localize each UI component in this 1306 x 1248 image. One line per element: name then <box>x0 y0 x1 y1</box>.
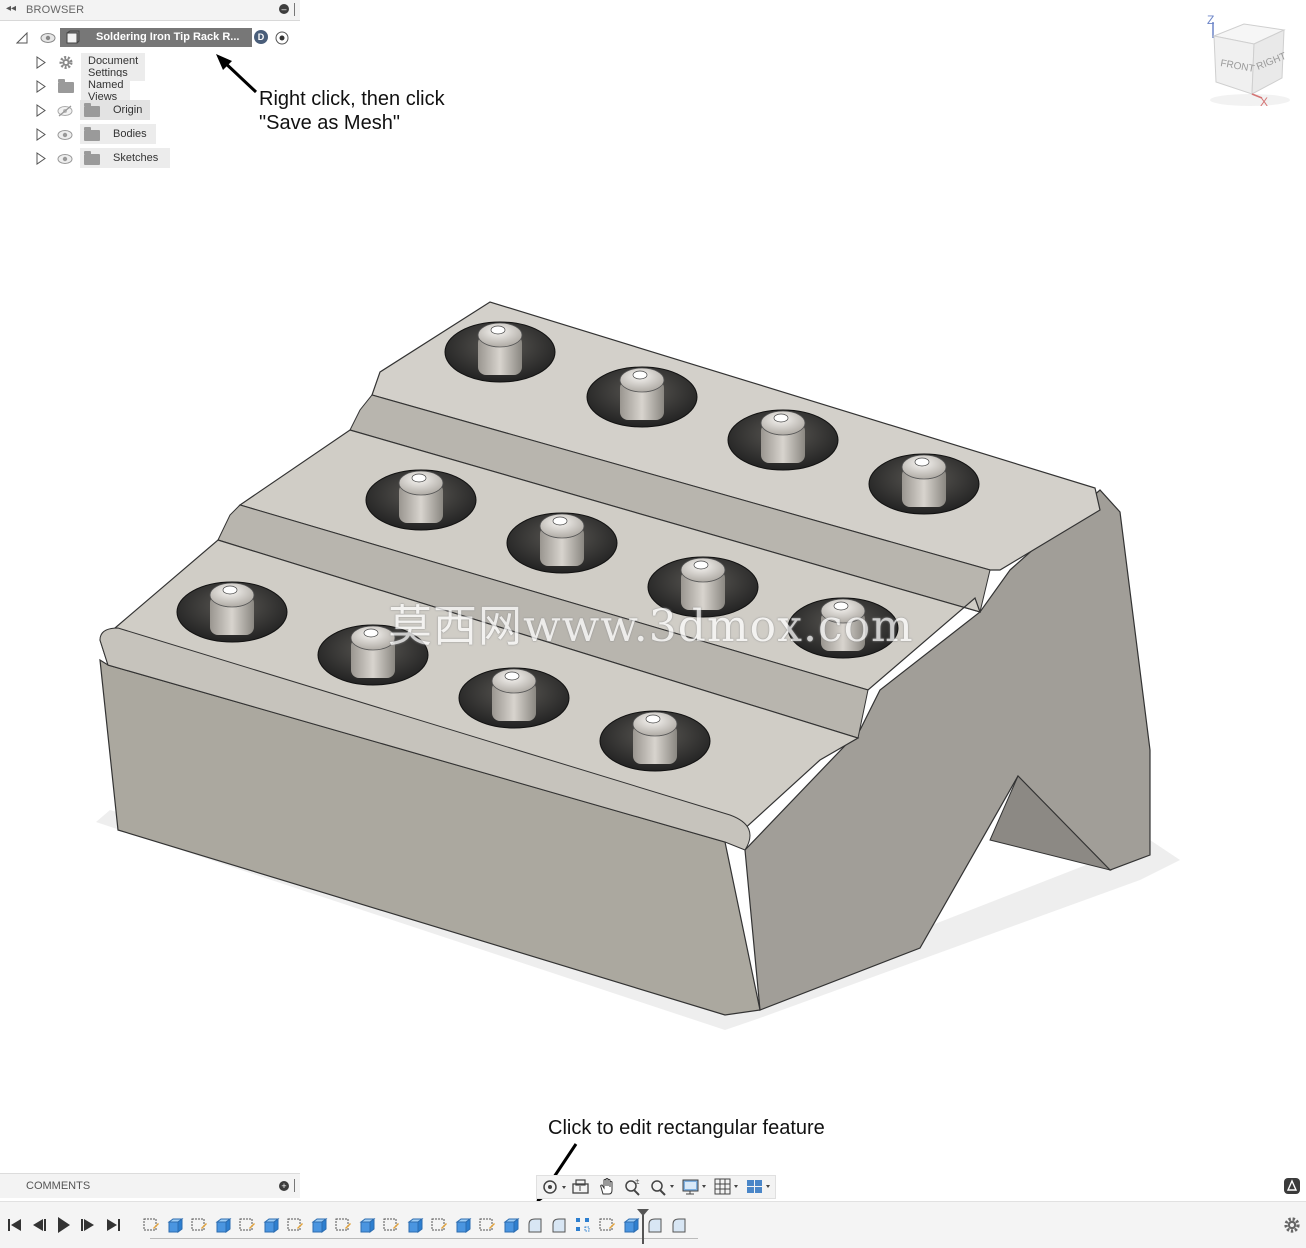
pan-icon[interactable] <box>597 1177 617 1196</box>
peg-hole <box>458 667 570 729</box>
pin-icon[interactable] <box>294 1179 297 1192</box>
go-to-end-icon[interactable] <box>105 1217 121 1233</box>
timeline-fillet-icon[interactable] <box>526 1216 544 1234</box>
peg-hole <box>444 321 556 383</box>
timeline-sketch-icon[interactable] <box>190 1216 208 1234</box>
timeline-fillet-icon[interactable] <box>550 1216 568 1234</box>
navigation-toolbar: ± <box>536 1175 776 1199</box>
peg-hole <box>599 710 711 772</box>
timeline-sketch-icon[interactable] <box>142 1216 160 1234</box>
viewports-icon[interactable] <box>745 1177 773 1196</box>
timeline-extrude-icon[interactable] <box>262 1216 280 1234</box>
timeline-fillet-icon[interactable] <box>670 1216 688 1234</box>
display-settings-icon[interactable] <box>681 1177 709 1196</box>
timeline-marker[interactable] <box>636 1208 650 1244</box>
comments-title: COMMENTS <box>26 1180 91 1192</box>
peg-hole <box>365 469 477 531</box>
peg-hole <box>506 512 618 574</box>
timeline-extrude-icon[interactable] <box>214 1216 232 1234</box>
timeline-sketch-icon[interactable] <box>334 1216 352 1234</box>
timeline-extrude-icon[interactable] <box>166 1216 184 1234</box>
peg-hole <box>868 453 980 515</box>
zoom-icon[interactable]: ± <box>623 1177 643 1196</box>
timeline-features <box>142 1214 698 1244</box>
peg-hole <box>586 366 698 428</box>
timeline-rectangular-pattern-icon[interactable] <box>574 1216 592 1234</box>
timeline-track <box>150 1238 698 1239</box>
notification-icon[interactable] <box>1284 1178 1300 1194</box>
step-back-icon[interactable] <box>31 1217 47 1233</box>
look-at-icon[interactable] <box>571 1178 591 1196</box>
timeline-extrude-icon[interactable] <box>454 1216 472 1234</box>
step-forward-icon[interactable] <box>80 1217 96 1233</box>
plus-icon[interactable]: + <box>279 1181 289 1191</box>
peg-hole <box>176 581 288 643</box>
timeline-sketch-icon[interactable] <box>430 1216 448 1234</box>
timeline-sketch-icon[interactable] <box>238 1216 256 1234</box>
grid-icon[interactable] <box>713 1177 741 1196</box>
comments-bar[interactable]: COMMENTS + <box>0 1173 300 1198</box>
fit-icon[interactable] <box>649 1177 677 1196</box>
timeline-sketch-icon[interactable] <box>382 1216 400 1234</box>
annotation-timeline: Click to edit rectangular feature <box>548 1117 825 1139</box>
peg-hole <box>727 409 839 471</box>
go-to-start-icon[interactable] <box>7 1217 23 1233</box>
svg-text:±: ± <box>635 1177 640 1186</box>
timeline-extrude-icon[interactable] <box>502 1216 520 1234</box>
timeline-extrude-icon[interactable] <box>406 1216 424 1234</box>
orbit-icon[interactable] <box>541 1178 567 1196</box>
timeline-extrude-icon[interactable] <box>310 1216 328 1234</box>
timeline-extrude-icon[interactable] <box>358 1216 376 1234</box>
timeline <box>0 1201 1306 1248</box>
timeline-settings-gear-icon[interactable] <box>1283 1216 1301 1234</box>
timeline-sketch-icon[interactable] <box>478 1216 496 1234</box>
play-icon[interactable] <box>56 1216 72 1234</box>
timeline-sketch-icon[interactable] <box>286 1216 304 1234</box>
watermark-text: 莫西网www.3dmox.com <box>388 601 914 652</box>
timeline-sketch-icon[interactable] <box>598 1216 616 1234</box>
